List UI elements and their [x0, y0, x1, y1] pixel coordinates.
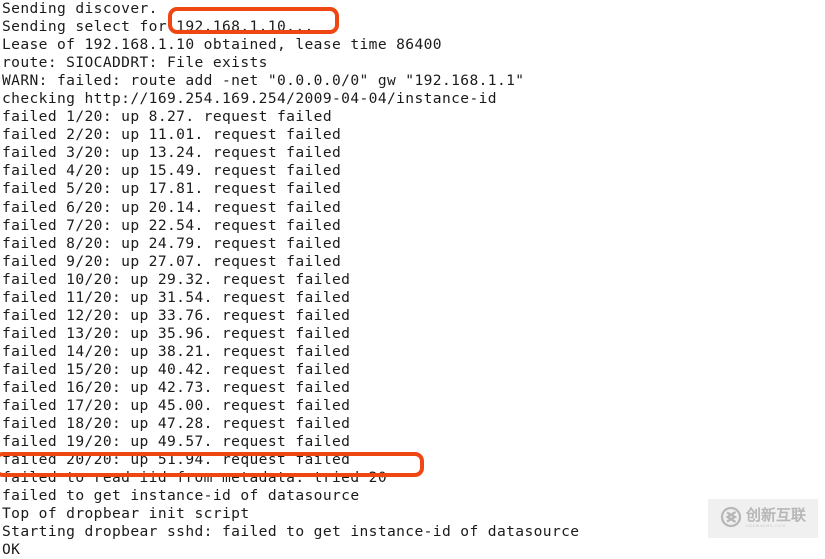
console-line: failed 13/20: up 35.96. request failed: [2, 324, 351, 342]
console-line: failed 7/20: up 22.54. request failed: [2, 216, 342, 234]
console-line: failed 18/20: up 47.28. request failed: [2, 415, 351, 433]
console-line: failed 19/20: up 49.57. request failed: [2, 433, 351, 451]
watermark: 创新互联 CDXWXCMS.COM: [708, 499, 818, 538]
console-line: failed 20/20: up 51.94. request failed: [2, 451, 351, 469]
terminal-console: Sending discover. Sending select for 192…: [0, 0, 825, 558]
console-line: checking http://169.254.169.254/2009-04-…: [2, 90, 497, 108]
console-line: WARN: failed: route add -net "0.0.0.0/0"…: [2, 72, 525, 90]
console-line: failed 16/20: up 42.73. request failed: [2, 378, 351, 396]
watermark-brand-cn: 创新互联: [745, 506, 806, 525]
console-line: failed 8/20: up 24.79. request failed: [2, 234, 342, 252]
console-line: Lease of 192.168.1.10 obtained, lease ti…: [2, 36, 442, 54]
console-line: failed 11/20: up 31.54. request failed: [2, 288, 351, 306]
console-line: route: SIOCADDRT: File exists: [2, 54, 268, 72]
console-line: Starting dropbear sshd: failed to get in…: [2, 523, 580, 541]
console-line: failed 2/20: up 11.01. request failed: [2, 126, 342, 144]
console-line: failed 1/20: up 8.27. request failed: [2, 108, 332, 126]
console-line: failed 4/20: up 15.49. request failed: [2, 162, 342, 180]
console-output: Sending discover. Sending select for 192…: [0, 0, 825, 559]
console-line: failed 15/20: up 40.42. request failed: [2, 360, 351, 378]
console-line: OK: [2, 541, 21, 559]
console-line: failed 6/20: up 20.14. request failed: [2, 198, 342, 216]
console-line: failed to read iid from metadata. tried …: [2, 469, 387, 487]
console-line: failed to get instance-id of datasource: [2, 487, 360, 505]
console-line: failed 3/20: up 13.24. request failed: [2, 144, 342, 162]
watermark-text: 创新互联 CDXWXCMS.COM: [746, 508, 806, 529]
console-line: Sending discover.: [2, 0, 158, 17]
circled-x-logo-icon: [720, 506, 742, 532]
console-line: failed 5/20: up 17.81. request failed: [2, 180, 342, 198]
console-line: failed 12/20: up 33.76. request failed: [2, 306, 351, 324]
watermark-brand-en: CDXWXCMS.COM: [745, 524, 786, 529]
console-line: failed 17/20: up 45.00. request failed: [2, 397, 351, 415]
console-line: failed 9/20: up 27.07. request failed: [2, 252, 342, 270]
console-line: Top of dropbear init script: [2, 505, 250, 523]
console-line: Sending select for 192.168.1.10...: [2, 18, 314, 36]
console-line: failed 14/20: up 38.21. request failed: [2, 342, 351, 360]
console-line: failed 10/20: up 29.32. request failed: [2, 270, 351, 288]
